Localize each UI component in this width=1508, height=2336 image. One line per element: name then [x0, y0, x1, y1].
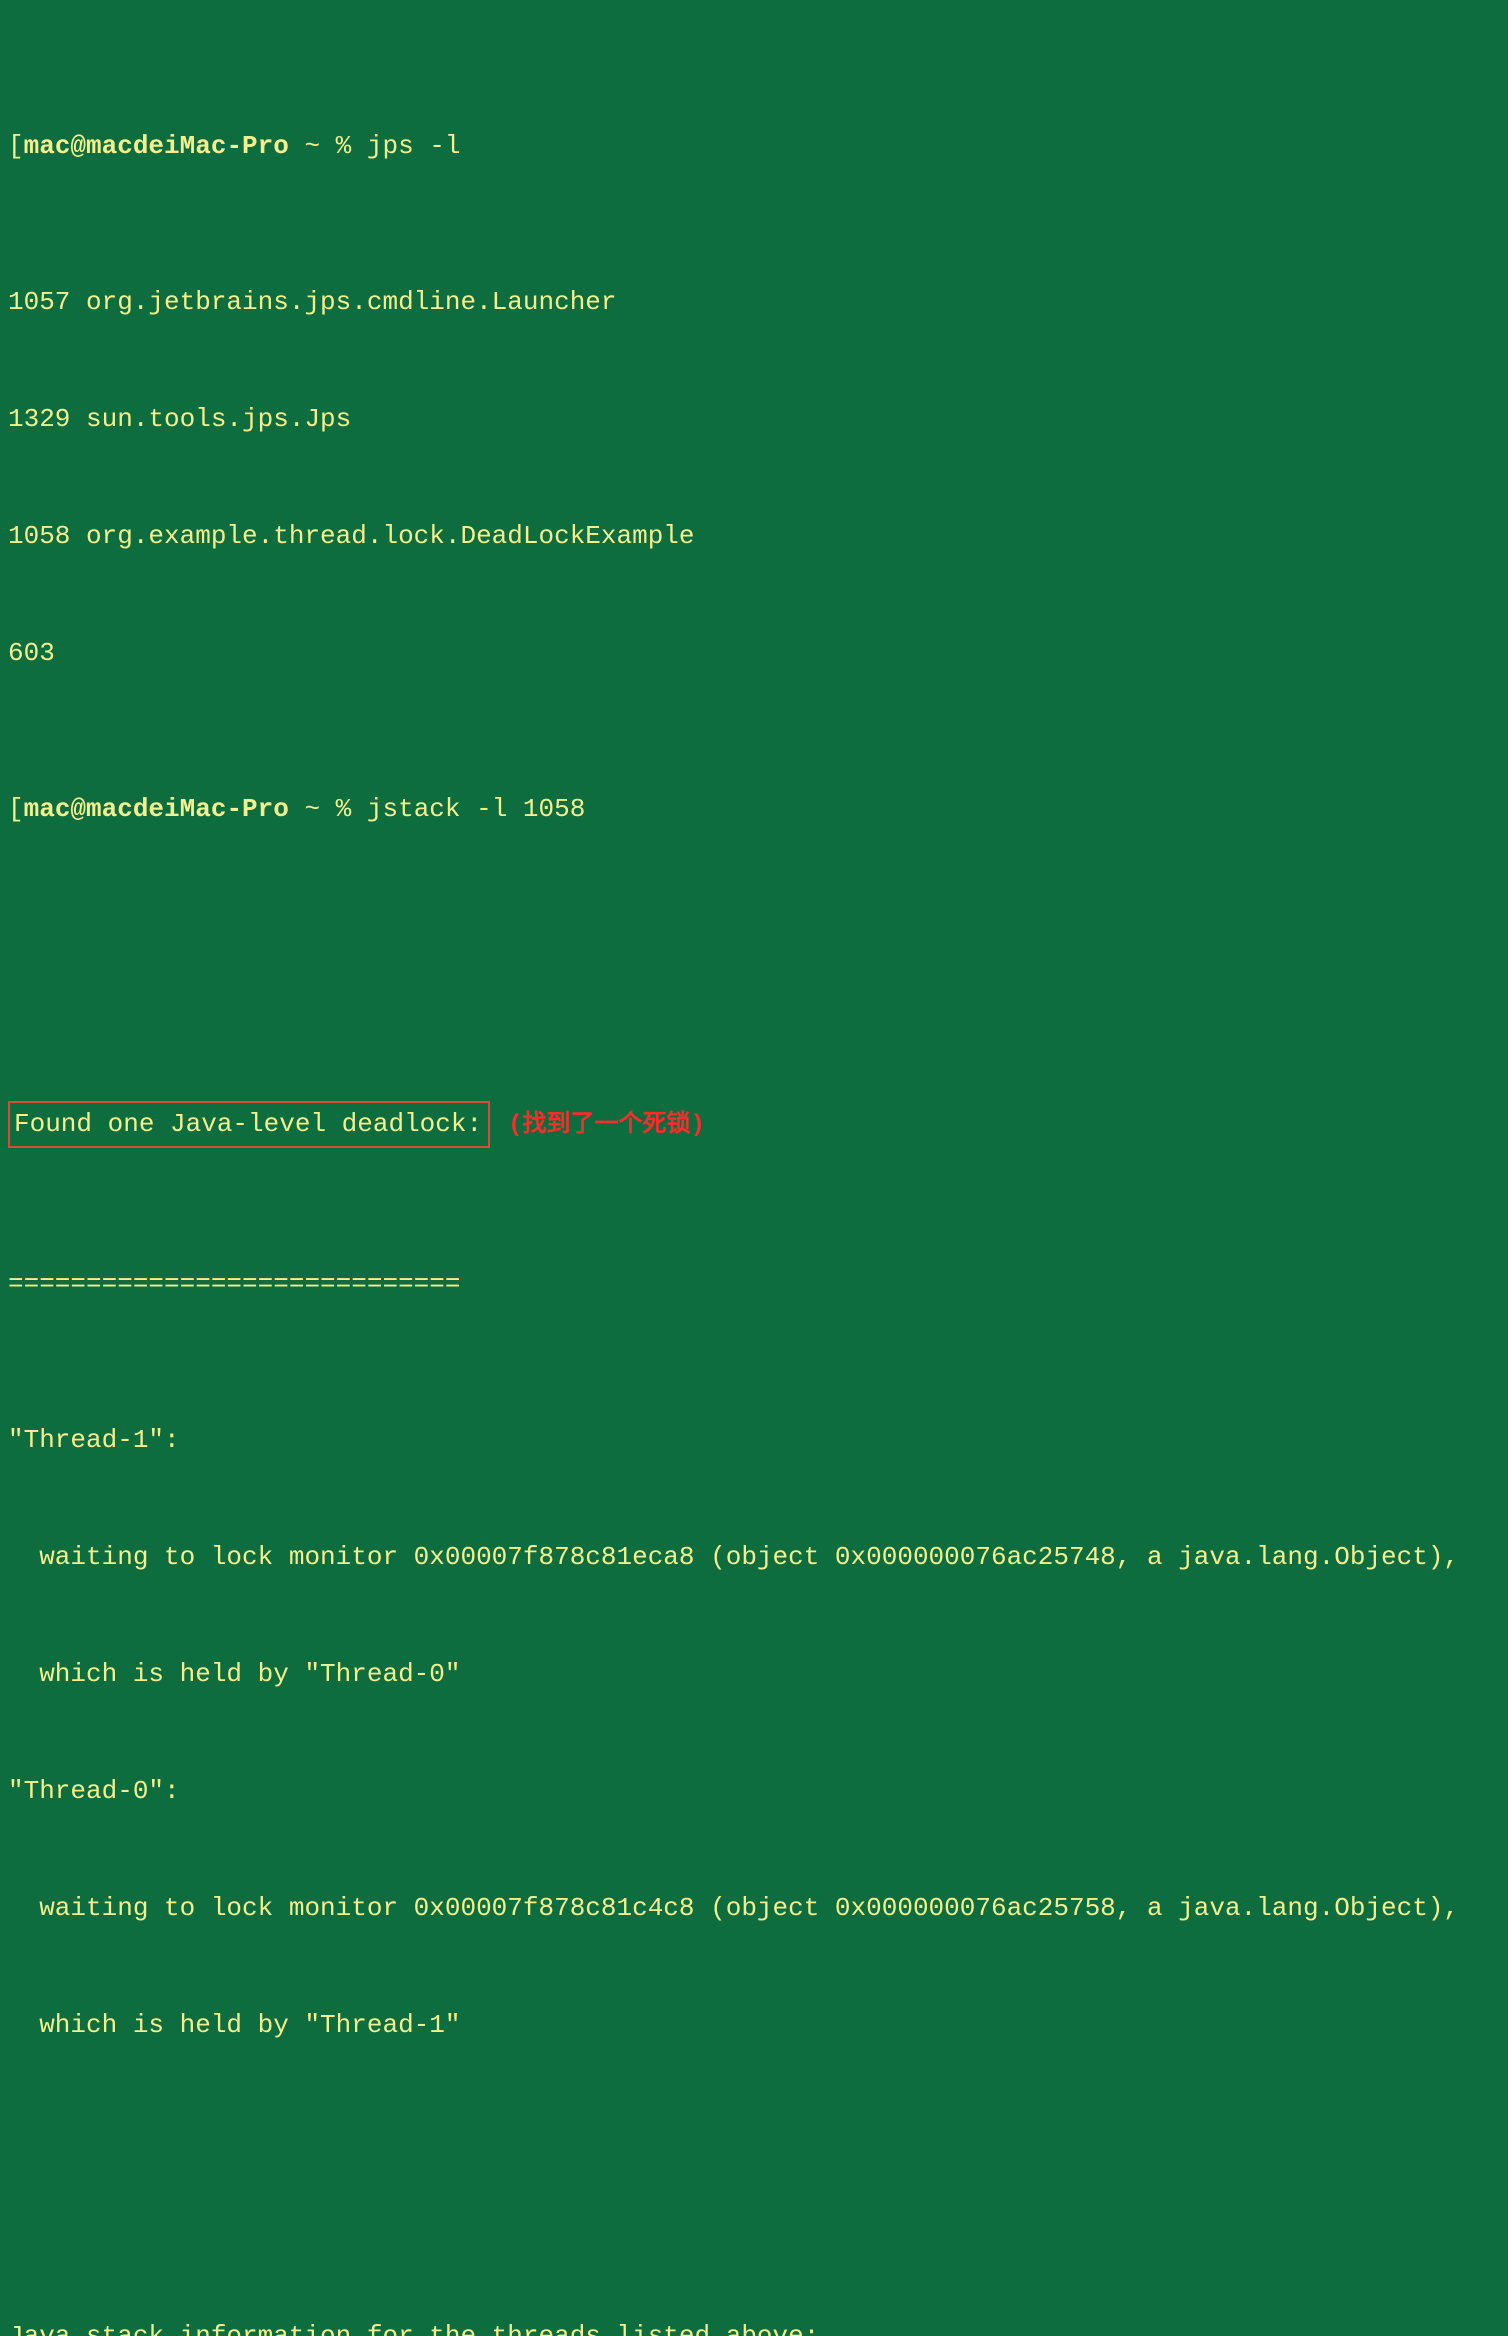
stack-header-line: Java stack information for the threads l…	[8, 2317, 1500, 2336]
prompt-bracket: [	[8, 131, 24, 161]
command-jstack: jstack -l 1058	[351, 794, 585, 824]
deadlock-detail-line: "Thread-0":	[8, 1772, 1500, 1811]
deadlock-detail-line: which is held by "Thread-0"	[8, 1655, 1500, 1694]
jps-output-line: 603	[8, 634, 1500, 673]
prompt-tilde: ~ %	[289, 794, 351, 824]
deadlock-detail-line: which is held by "Thread-1"	[8, 2006, 1500, 2045]
prompt-line-2: [mac@macdeiMac-Pro ~ % jstack -l 1058	[8, 790, 1500, 829]
jps-output-line: 1329 sun.tools.jps.Jps	[8, 400, 1500, 439]
prompt-userhost: mac@macdeiMac-Pro	[24, 794, 289, 824]
prompt-bracket: [	[8, 794, 24, 824]
prompt-userhost: mac@macdeiMac-Pro	[24, 131, 289, 161]
deadlock-detail-line: waiting to lock monitor 0x00007f878c81ec…	[8, 1538, 1500, 1577]
deadlock-detail-line: "Thread-1":	[8, 1421, 1500, 1460]
deadlock-detail-line: waiting to lock monitor 0x00007f878c81c4…	[8, 1889, 1500, 1928]
prompt-tilde: ~ %	[289, 131, 351, 161]
command-jps: jps -l	[351, 131, 460, 161]
separator-line: =============================	[8, 1265, 1500, 1304]
blank-line	[8, 946, 1500, 984]
jps-output-line: 1057 org.jetbrains.jps.cmdline.Launcher	[8, 283, 1500, 322]
prompt-line-1: [mac@macdeiMac-Pro ~ % jps -l	[8, 127, 1500, 166]
deadlock-annotation: (找到了一个死锁)	[508, 1112, 705, 1139]
deadlock-header-line: Found one Java-level deadlock: (找到了一个死锁)	[8, 1101, 1500, 1148]
jps-output-line: 1058 org.example.thread.lock.DeadLockExa…	[8, 517, 1500, 556]
terminal-window[interactable]: [mac@macdeiMac-Pro ~ % jps -l 1057 org.j…	[0, 0, 1508, 2336]
blank-line	[8, 2162, 1500, 2200]
deadlock-header-box: Found one Java-level deadlock:	[8, 1101, 490, 1148]
